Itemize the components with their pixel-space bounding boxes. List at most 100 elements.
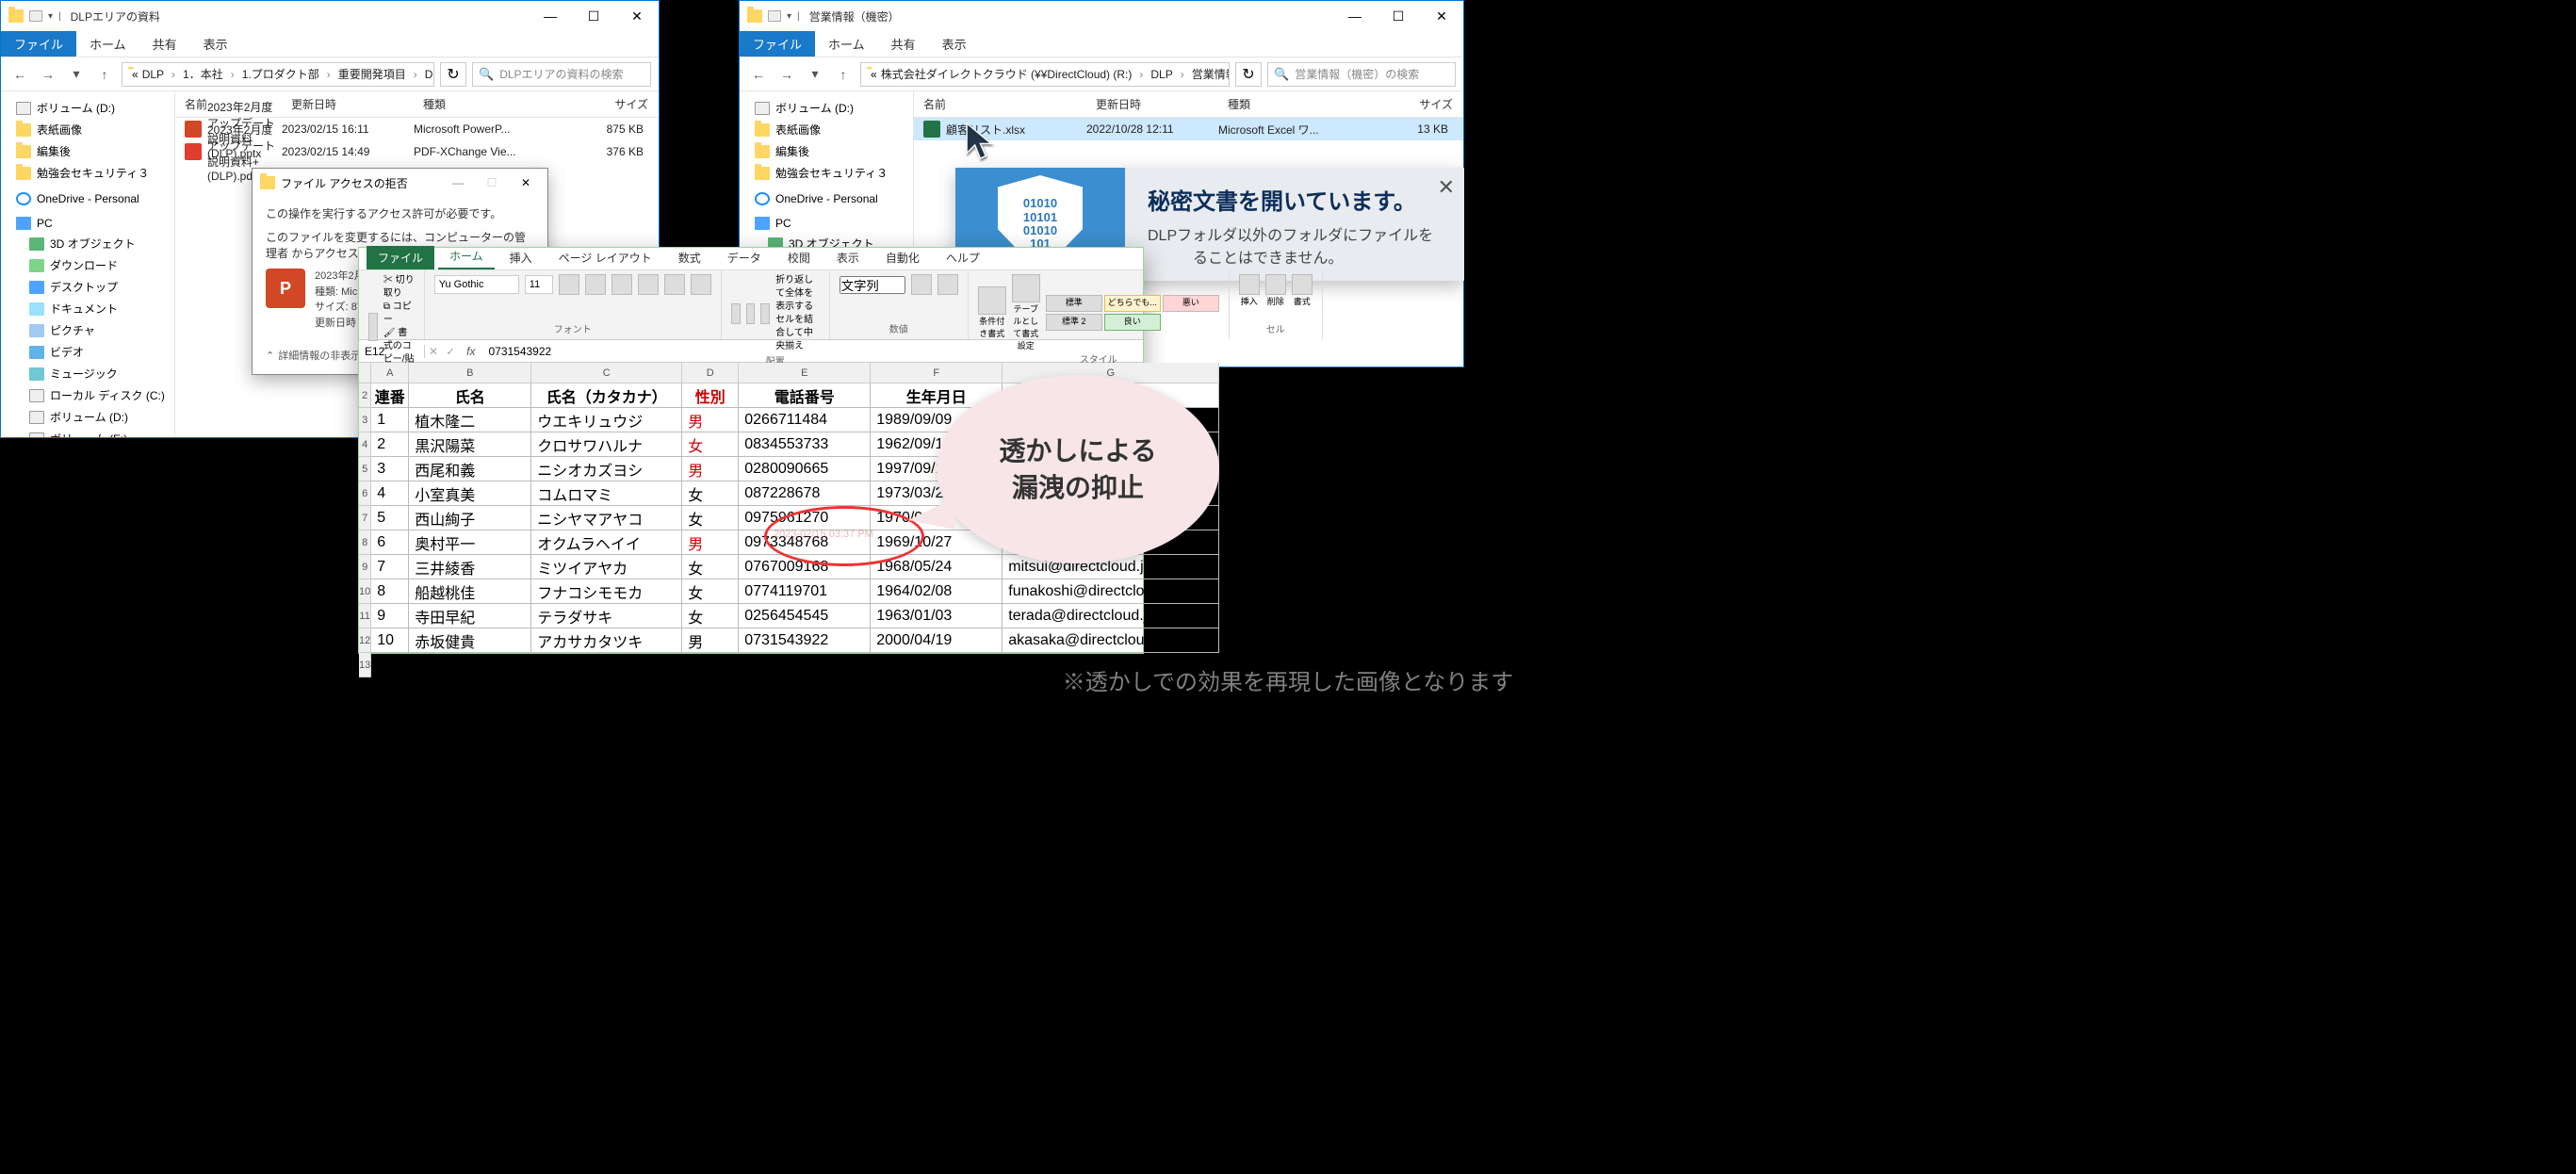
back-button[interactable]: ← bbox=[747, 63, 770, 86]
quickaccess-icon[interactable] bbox=[768, 10, 781, 22]
paste-icon[interactable] bbox=[368, 313, 378, 341]
minimize-button[interactable]: — bbox=[1333, 1, 1377, 31]
col-letter[interactable]: C bbox=[531, 363, 682, 383]
table-header[interactable]: 連番 bbox=[371, 383, 409, 408]
refresh-button[interactable]: ↻ bbox=[1235, 62, 1262, 87]
cell[interactable]: テラダサキ bbox=[531, 604, 682, 628]
table-header[interactable]: 性別 bbox=[682, 383, 739, 408]
cut-button[interactable]: ✂ 切り取り bbox=[383, 274, 415, 301]
cell[interactable]: 船越桃佳 bbox=[409, 579, 531, 604]
align-icon[interactable] bbox=[746, 303, 756, 324]
cell[interactable]: 0280090665 bbox=[739, 457, 871, 481]
cell[interactable]: コムロマミ bbox=[531, 481, 682, 506]
col-letter[interactable]: F bbox=[871, 363, 1003, 383]
delete-cells-icon[interactable] bbox=[1265, 274, 1286, 295]
tab-home[interactable]: ホーム bbox=[438, 244, 495, 269]
cell[interactable]: 0973348768 bbox=[739, 530, 871, 555]
up-button[interactable]: ↑ bbox=[832, 63, 855, 86]
cell[interactable]: 2 bbox=[371, 432, 409, 457]
italic-icon[interactable] bbox=[585, 274, 606, 295]
style-std2[interactable]: 標準 2 bbox=[1046, 314, 1102, 331]
cell[interactable]: 0256454545 bbox=[739, 604, 871, 628]
border-icon[interactable] bbox=[638, 274, 659, 295]
menu-share[interactable]: 共有 bbox=[139, 31, 190, 57]
cell[interactable]: 10 bbox=[371, 628, 409, 653]
insert-cells-icon[interactable] bbox=[1239, 274, 1260, 295]
font-name-input[interactable] bbox=[434, 275, 519, 294]
cell[interactable]: 女 bbox=[682, 432, 739, 457]
cell[interactable]: 女 bbox=[682, 579, 739, 604]
cell[interactable]: ミツイアヤカ bbox=[531, 555, 682, 579]
close-button[interactable]: ✕ bbox=[512, 176, 540, 189]
tab-auto[interactable]: 自動化 bbox=[874, 246, 931, 269]
close-button[interactable]: ✕ bbox=[1420, 1, 1463, 31]
col-type[interactable]: 種類 bbox=[414, 96, 564, 112]
cell[interactable]: 男 bbox=[682, 408, 739, 432]
maximize-button[interactable]: ☐ bbox=[1377, 1, 1420, 31]
menu-share[interactable]: 共有 bbox=[878, 31, 929, 57]
tab-layout[interactable]: ページ レイアウト bbox=[547, 246, 663, 269]
cell[interactable]: 0774119701 bbox=[739, 579, 871, 604]
cell[interactable]: 女 bbox=[682, 604, 739, 628]
col-letter[interactable]: A bbox=[371, 363, 409, 383]
cell[interactable]: 女 bbox=[682, 506, 739, 530]
chevron-down-icon[interactable]: ▾ bbox=[787, 11, 791, 22]
refresh-button[interactable]: ↻ bbox=[440, 62, 466, 87]
cell[interactable]: 西尾和義 bbox=[409, 457, 531, 481]
menu-view[interactable]: 表示 bbox=[929, 31, 980, 57]
style-good[interactable]: 良い bbox=[1104, 314, 1161, 331]
menu-file[interactable]: ファイル bbox=[740, 31, 815, 57]
tab-help[interactable]: ヘルプ bbox=[935, 246, 991, 269]
back-button[interactable]: ← bbox=[8, 63, 31, 86]
style-bad[interactable]: 悪い bbox=[1163, 295, 1219, 312]
minimize-button[interactable]: — bbox=[444, 176, 472, 189]
fx-accept-icon[interactable]: ✓ bbox=[442, 345, 459, 358]
cell[interactable]: 6 bbox=[371, 530, 409, 555]
cell[interactable]: 寺田早紀 bbox=[409, 604, 531, 628]
bold-icon[interactable] bbox=[559, 274, 579, 295]
cell[interactable]: funakoshi@directcloud.jp bbox=[1003, 579, 1219, 604]
close-icon[interactable]: ✕ bbox=[1438, 175, 1455, 200]
cell[interactable]: 西山絢子 bbox=[409, 506, 531, 530]
search-input[interactable]: 🔍 営業情報（機密）の検索 bbox=[1267, 62, 1456, 87]
search-input[interactable]: 🔍 DLPエリアの資料の検索 bbox=[472, 62, 651, 87]
cell[interactable]: 0731543922 bbox=[739, 628, 871, 653]
col-date[interactable]: 更新日時 bbox=[282, 96, 414, 112]
cell[interactable]: 1 bbox=[371, 408, 409, 432]
cell[interactable]: ウエキリュウジ bbox=[531, 408, 682, 432]
cell[interactable]: 0266711484 bbox=[739, 408, 871, 432]
cell[interactable]: akasaka@directcloud.jp bbox=[1003, 628, 1219, 653]
quickaccess-icon[interactable] bbox=[29, 10, 42, 22]
format-as-table-icon[interactable] bbox=[1012, 274, 1040, 302]
col-date[interactable]: 更新日時 bbox=[1086, 96, 1218, 112]
menu-home[interactable]: ホーム bbox=[815, 31, 878, 57]
table-row[interactable]: 9寺田早紀テラダサキ女02564545451963/01/03terada@di… bbox=[371, 604, 1219, 628]
row-number[interactable]: 11 bbox=[359, 604, 370, 628]
fill-color-icon[interactable] bbox=[664, 274, 685, 295]
forward-button[interactable]: → bbox=[775, 63, 798, 86]
row-number[interactable]: 4 bbox=[359, 432, 370, 457]
percent-icon[interactable] bbox=[937, 274, 958, 295]
cell[interactable]: 1968/05/24 bbox=[871, 555, 1003, 579]
table-header[interactable]: 電話番号 bbox=[739, 383, 871, 408]
details-toggle[interactable]: ⌃詳細情報の非表示 bbox=[266, 348, 361, 363]
cell[interactable]: 1964/02/08 bbox=[871, 579, 1003, 604]
currency-icon[interactable] bbox=[911, 274, 932, 295]
tab-data[interactable]: データ bbox=[716, 246, 773, 269]
cell[interactable]: 女 bbox=[682, 555, 739, 579]
cell[interactable]: 087228678 bbox=[739, 481, 871, 506]
close-button[interactable]: ✕ bbox=[615, 1, 659, 31]
format-cells-icon[interactable] bbox=[1292, 274, 1312, 295]
cell[interactable]: クロサワハルナ bbox=[531, 432, 682, 457]
align-icon[interactable] bbox=[760, 303, 770, 324]
up-button[interactable]: ↑ bbox=[93, 63, 116, 86]
underline-icon[interactable] bbox=[611, 274, 632, 295]
cell[interactable]: 女 bbox=[682, 481, 739, 506]
style-either[interactable]: どちらでも... bbox=[1104, 295, 1161, 312]
copy-button[interactable]: ⧉ コピー bbox=[383, 301, 415, 327]
cell[interactable]: オクムラヘイイ bbox=[531, 530, 682, 555]
row-number[interactable]: 9 bbox=[359, 555, 370, 579]
file-row[interactable]: 顧客リスト.xlsx 2022/10/28 12:11 Microsoft Ex… bbox=[914, 118, 1463, 140]
align-icon[interactable] bbox=[731, 303, 741, 324]
cell[interactable]: 黒沢陽菜 bbox=[409, 432, 531, 457]
